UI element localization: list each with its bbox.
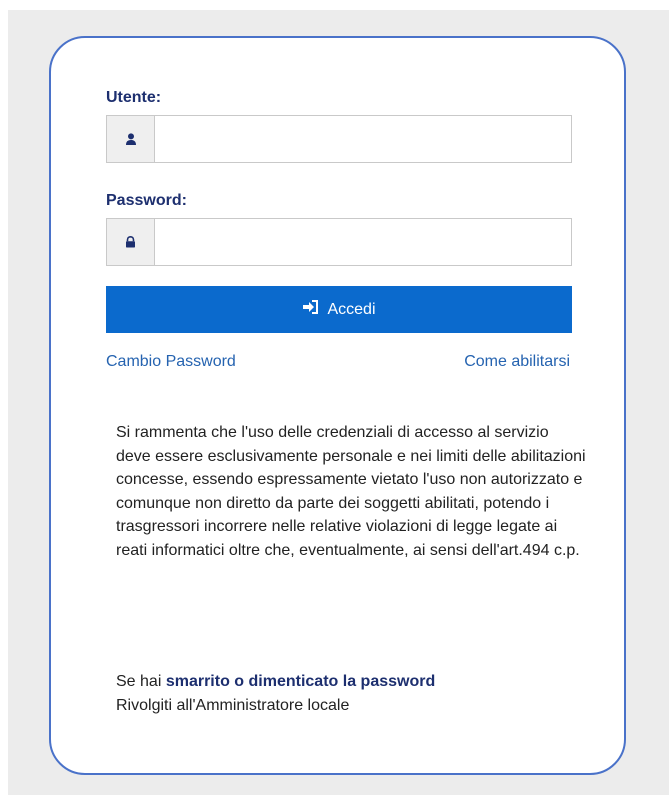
change-password-link[interactable]: Cambio Password	[106, 352, 236, 372]
password-input[interactable]	[155, 219, 571, 265]
username-input-group	[106, 115, 572, 163]
recovery-instruction: Rivolgiti all'Amministratore locale	[116, 696, 350, 714]
lock-icon	[107, 219, 155, 265]
recovery-emphasis: smarrito o dimenticato la password	[165, 673, 436, 690]
user-icon	[107, 116, 155, 162]
how-to-enable-link[interactable]: Come abilitarsi	[464, 352, 570, 372]
usage-notice: Si rammenta che l'uso delle credenziali …	[116, 424, 586, 559]
login-button[interactable]: Accedi	[106, 286, 572, 333]
login-card: Utente: Password: Accedi Cambio Password…	[49, 36, 626, 775]
login-button-label: Accedi	[327, 300, 376, 318]
password-recovery-info: Se hai smarrito o dimenticato la passwor…	[116, 670, 586, 717]
username-label: Utente:	[106, 89, 162, 106]
sign-in-icon	[302, 300, 319, 319]
password-input-group	[106, 218, 572, 266]
password-label: Password:	[106, 192, 187, 209]
username-input[interactable]	[155, 116, 571, 162]
recovery-prefix: Se hai	[116, 673, 162, 690]
